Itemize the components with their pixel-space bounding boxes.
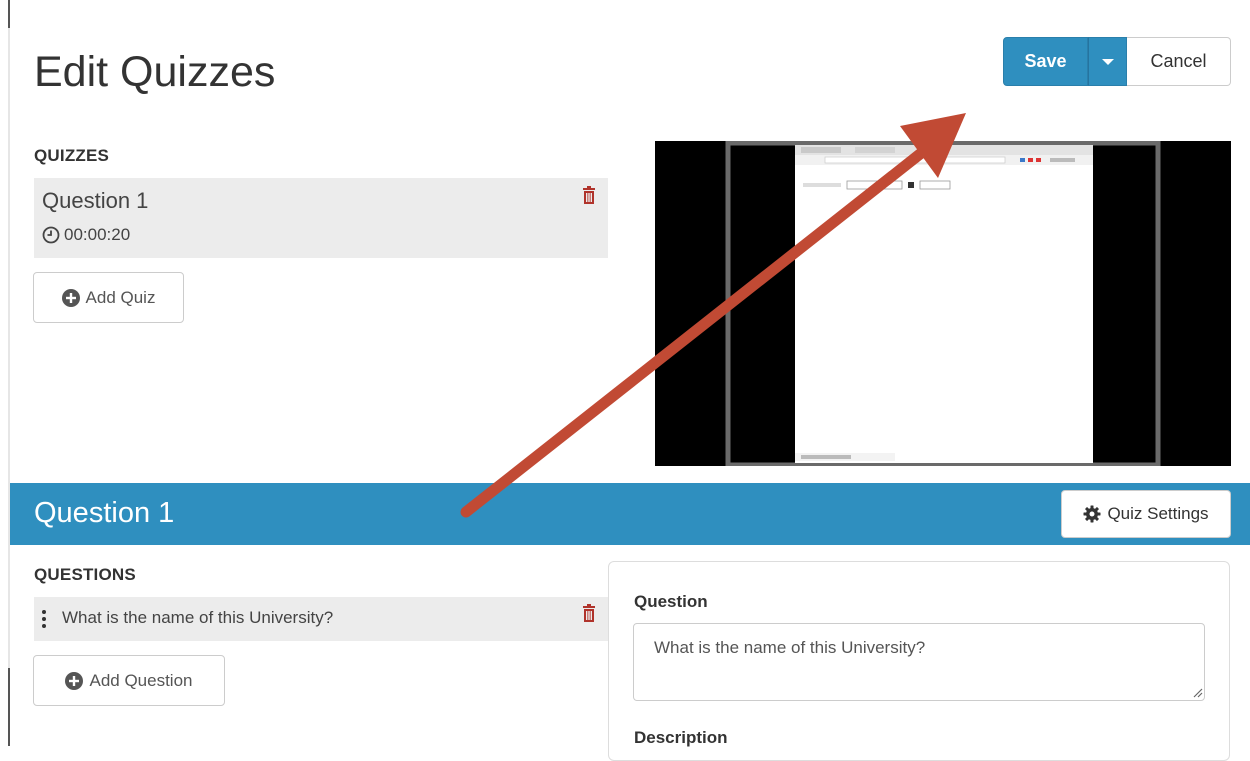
save-button[interactable]: Save xyxy=(1003,37,1088,86)
quizzes-section-label: QUIZZES xyxy=(34,146,110,165)
gear-icon xyxy=(1083,505,1101,523)
resize-grip-icon[interactable] xyxy=(1191,686,1203,698)
trash-icon[interactable] xyxy=(582,604,596,622)
plus-circle-icon xyxy=(61,288,80,307)
question-field-label: Question xyxy=(634,592,708,611)
clock-icon xyxy=(42,226,60,244)
question-title: Question 1 xyxy=(34,497,175,529)
questions-section-label: QUESTIONS xyxy=(34,565,136,584)
quiz-list-item[interactable]: Question 1 00:00:20 xyxy=(34,178,608,258)
edge-mark xyxy=(8,0,10,28)
add-question-button[interactable]: Add Question xyxy=(33,655,225,706)
drag-handle-icon[interactable] xyxy=(42,610,46,628)
save-button-group: Save Cancel xyxy=(1003,37,1231,86)
description-field-label: Description xyxy=(634,728,728,747)
question-editor-panel: Question What is the name of this Univer… xyxy=(608,561,1230,761)
add-question-label: Add Question xyxy=(89,670,193,690)
left-edge xyxy=(8,0,10,746)
question-text: What is the name of this University? xyxy=(62,608,334,627)
quiz-name: Question 1 xyxy=(42,188,149,213)
trash-icon[interactable] xyxy=(582,186,596,204)
quiz-settings-label: Quiz Settings xyxy=(1107,504,1209,523)
quiz-settings-button[interactable]: Quiz Settings xyxy=(1061,490,1231,538)
page-title: Edit Quizzes xyxy=(34,48,276,96)
question-textarea[interactable]: What is the name of this University? xyxy=(633,623,1205,701)
question-header-bar: Question 1 Quiz Settings xyxy=(10,483,1250,545)
question-list-item[interactable]: What is the name of this University? xyxy=(34,597,608,641)
save-options-dropdown[interactable] xyxy=(1088,37,1127,86)
add-quiz-label: Add Quiz xyxy=(85,287,156,307)
caret-down-icon xyxy=(1101,58,1114,65)
plus-circle-icon xyxy=(65,671,84,690)
cancel-button[interactable]: Cancel xyxy=(1127,37,1231,86)
preview-screenshot xyxy=(725,141,1161,466)
quiz-time: 00:00:20 xyxy=(64,225,131,244)
add-quiz-button[interactable]: Add Quiz xyxy=(33,272,184,323)
quiz-duration: 00:00:20 xyxy=(42,225,130,245)
edge-mark xyxy=(8,668,10,746)
video-preview[interactable] xyxy=(655,141,1231,466)
